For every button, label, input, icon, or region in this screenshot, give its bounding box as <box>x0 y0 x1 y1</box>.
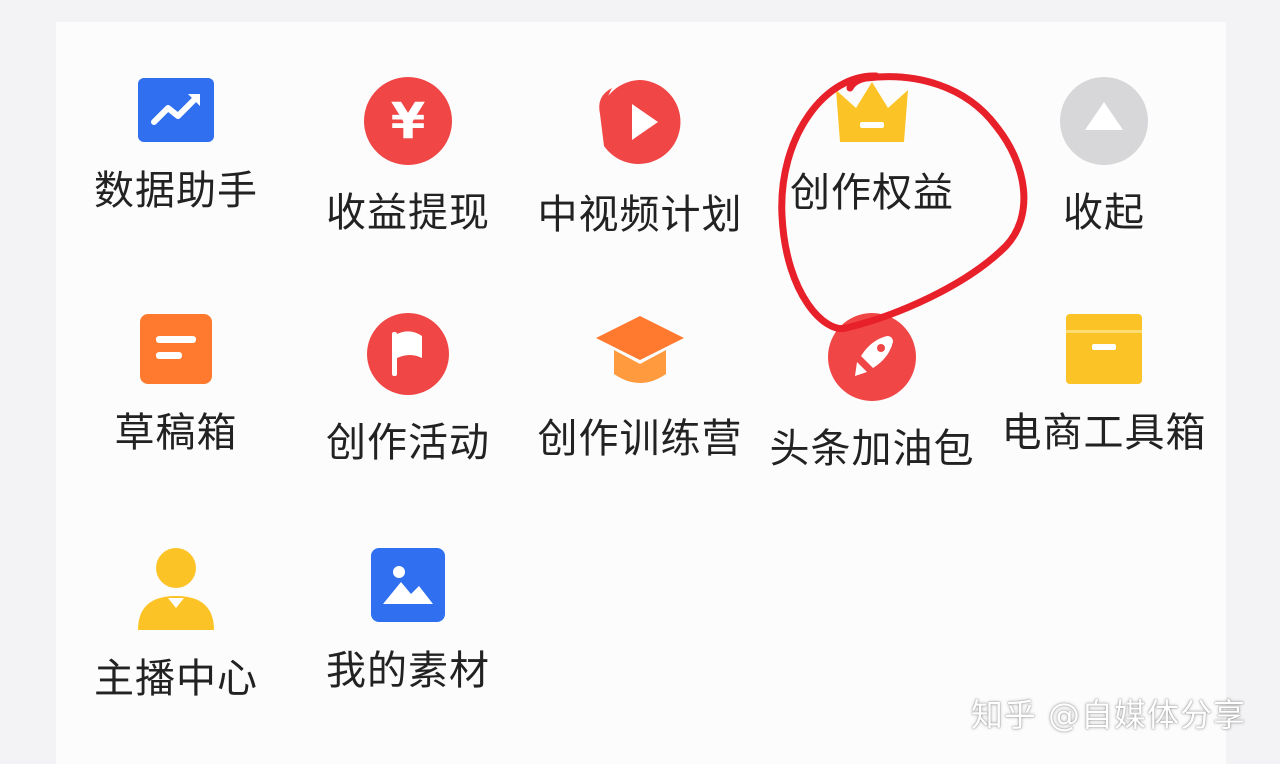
image-icon <box>360 546 456 624</box>
tool-mid-video-plan[interactable]: 中视频计划 <box>524 22 756 238</box>
tool-creator-rights[interactable]: 创作权益 <box>756 22 988 216</box>
tool-label: 电商工具箱 <box>1001 410 1207 456</box>
tool-label: 收起 <box>1063 190 1145 236</box>
creator-tools-panel: 数据助手 ¥ 收益提现 中视频计划 创作权益 收起 草稿箱 创作活动 创作训练营… <box>56 22 1226 764</box>
watermark: 知乎 @自媒体分享 <box>970 696 1246 734</box>
tool-label: 草稿箱 <box>114 410 238 456</box>
tool-label: 数据助手 <box>94 168 258 214</box>
toolbox-icon <box>1056 312 1152 386</box>
tool-creator-camp[interactable]: 创作训练营 <box>524 258 756 462</box>
tools-grid: 数据助手 ¥ 收益提现 中视频计划 创作权益 收起 草稿箱 创作活动 创作训练营… <box>56 22 1226 764</box>
tool-label: 头条加油包 <box>769 426 975 472</box>
flag-icon <box>360 312 456 396</box>
video-play-icon <box>592 76 688 168</box>
collapse-up-icon <box>1056 76 1152 166</box>
tool-label: 创作权益 <box>790 170 954 216</box>
tool-earnings-withdraw[interactable]: ¥ 收益提现 <box>292 22 524 236</box>
draft-box-icon <box>128 312 224 386</box>
tool-boost-pack[interactable]: 头条加油包 <box>756 258 988 472</box>
tool-anchor-center[interactable]: 主播中心 <box>60 492 292 702</box>
tool-label: 主播中心 <box>94 656 258 702</box>
tool-draft-box[interactable]: 草稿箱 <box>60 258 292 456</box>
tool-label: 中视频计划 <box>537 192 743 238</box>
tool-label: 我的素材 <box>326 648 490 694</box>
yuan-coin-icon: ¥ <box>360 76 456 166</box>
trend-chart-icon <box>128 76 224 144</box>
tool-label: 收益提现 <box>326 190 490 236</box>
rocket-icon <box>824 312 920 402</box>
tool-data-assistant[interactable]: 数据助手 <box>60 22 292 214</box>
tool-my-materials[interactable]: 我的素材 <box>292 492 524 694</box>
tool-label: 创作训练营 <box>537 416 743 462</box>
tool-label: 创作活动 <box>326 420 490 466</box>
svg-text:¥: ¥ <box>391 92 426 150</box>
anchor-person-icon <box>128 546 224 632</box>
crown-icon <box>824 76 920 146</box>
tool-ecommerce-toolbox[interactable]: 电商工具箱 <box>988 258 1220 456</box>
graduation-cap-icon <box>592 312 688 392</box>
tool-collapse[interactable]: 收起 <box>988 22 1220 236</box>
tool-creator-activity[interactable]: 创作活动 <box>292 258 524 466</box>
